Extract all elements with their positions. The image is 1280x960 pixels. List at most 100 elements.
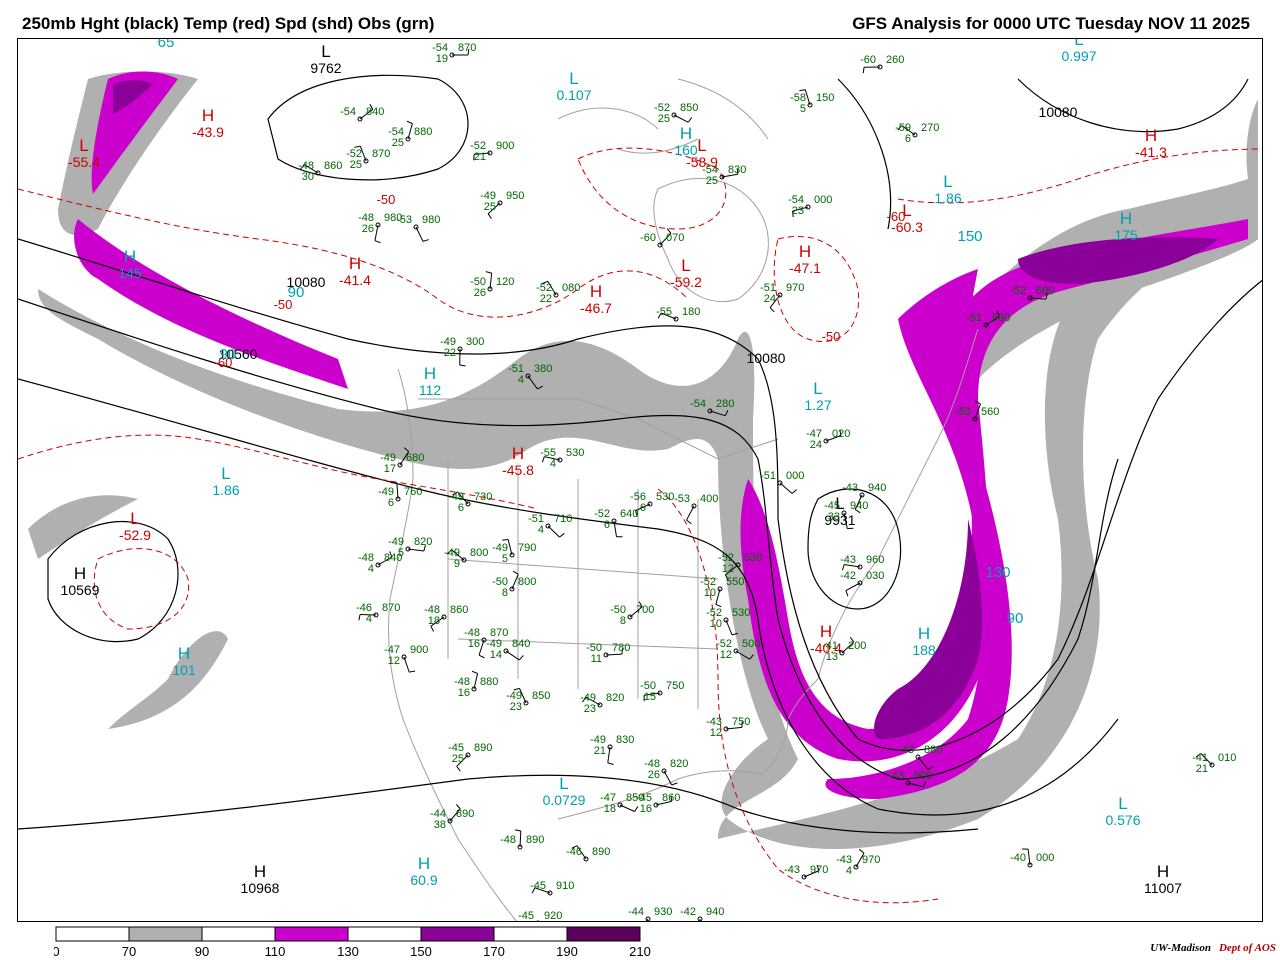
station-plot: -52 87025	[346, 148, 390, 171]
station-plot: -45 89025	[448, 742, 492, 765]
station-height: 940	[706, 906, 724, 918]
wind-barb-flag	[422, 239, 429, 242]
station-plot: -40 000	[1010, 852, 1054, 868]
credit-org: UW-Madison	[1150, 942, 1211, 954]
station-plot: -45 920	[518, 910, 562, 921]
station-dewpoint-depression: 4	[368, 563, 374, 575]
station-height: 880	[414, 126, 432, 138]
legend-tick-label: 150	[410, 944, 432, 958]
temperature-center-value: -41.3	[1135, 144, 1167, 160]
station-dewpoint-depression: 10	[710, 618, 722, 630]
station-height: 000	[814, 194, 832, 206]
legend-bin	[420, 926, 495, 942]
station-temperature: -60	[860, 54, 876, 66]
temperature-center-symbol: H	[202, 106, 214, 125]
temperature-center-symbol: H	[1145, 126, 1157, 145]
station-plot: -49 7905	[492, 542, 536, 565]
wind-speed-shading	[28, 71, 1258, 849]
station-height: 840	[366, 106, 384, 118]
station-dewpoint-depression: 5	[502, 553, 508, 565]
station-dewpoint-depression: 16	[458, 687, 470, 699]
speed-center-symbol: L	[559, 774, 568, 793]
station-height: 850	[532, 690, 550, 702]
station-dewpoint-depression: 21	[1196, 763, 1208, 775]
temperature-center: H-43.9	[192, 106, 224, 140]
speed-center-symbol: L	[1118, 794, 1127, 813]
station-marker	[553, 292, 559, 298]
station-height: 270	[921, 122, 939, 134]
station-height: 030	[866, 570, 884, 582]
wind-barb-flag	[686, 519, 692, 525]
speed-contour-label: 65	[158, 39, 175, 51]
station-dewpoint-depression: 26	[362, 223, 374, 235]
station-plot: -49 7606	[378, 486, 422, 509]
speed-center-value: 160	[674, 142, 698, 158]
station-height: 830	[616, 734, 634, 746]
station-dewpoint-depression: 26	[474, 287, 486, 299]
map-frame: H 10968 H 11007 L 9762 L 9931 H 10569 H -43.9 H -41.4…	[17, 38, 1263, 922]
station-plot: -43 960	[840, 554, 884, 570]
station-height: 380	[534, 363, 552, 375]
wind-barb-flag	[634, 806, 639, 812]
speed-center-symbol: H	[918, 624, 930, 643]
speed-center: L0.997	[1061, 39, 1096, 64]
speed-center: L0.0729	[543, 774, 586, 808]
temperature-center-value: -55.4	[68, 154, 100, 170]
station-plot: -52 85025	[654, 102, 698, 125]
station-plot: -48 86018	[424, 604, 468, 627]
station-height: 900	[914, 770, 932, 782]
station-height: 870	[458, 42, 476, 54]
station-height: 750	[666, 680, 684, 692]
temperature-center-value: -41.4	[339, 272, 371, 288]
station-dewpoint-depression: 15	[644, 691, 656, 703]
station-height: 820	[606, 692, 624, 704]
station-plot: -55 180	[656, 306, 700, 322]
speed-center-value: 145	[118, 265, 142, 281]
temperature-center: H-47.1	[789, 242, 821, 276]
station-dewpoint-depression: 8	[620, 615, 626, 627]
speed-center: H188	[912, 624, 936, 658]
station-plot: -42 030	[840, 570, 884, 586]
station-plot: -60 070	[640, 232, 684, 248]
station-temperature: -60	[640, 232, 656, 244]
station-height: 890	[456, 808, 474, 820]
station-plot: -49 8009	[444, 547, 488, 570]
speed-center-value: 175	[1114, 227, 1138, 243]
station-plot: -45 910	[530, 880, 574, 896]
legend-tick-label: 190	[556, 944, 578, 958]
wind-barb-flag	[487, 213, 492, 219]
height-center-value: 9762	[310, 60, 341, 76]
station-plot: -46 890	[566, 846, 610, 862]
station-plot: -50 12026	[470, 276, 514, 299]
station-height: 830	[728, 164, 746, 176]
station-plot: -52 90021	[470, 140, 514, 163]
temperature-center-symbol: H	[349, 254, 361, 273]
station-height: 180	[682, 306, 700, 318]
height-center: H11007	[1144, 862, 1182, 896]
station-dewpoint-depression: 38	[434, 819, 446, 831]
station-dewpoint-depression: 4	[518, 374, 524, 386]
height-contour-label: 10080	[1039, 104, 1078, 120]
station-dewpoint-depression: 18	[428, 615, 440, 627]
station-height: 890	[592, 846, 610, 858]
height-center-symbol: H	[1157, 862, 1169, 881]
speed-center-value: 0.107	[556, 87, 591, 103]
station-dewpoint-depression: 25	[658, 113, 670, 125]
speed-center-value: 1.86	[212, 482, 239, 498]
station-dewpoint-depression: 21	[474, 151, 486, 163]
temperature-center-symbol: H	[799, 242, 811, 261]
station-plot: -51 7104	[528, 513, 572, 536]
station-temperature: -40	[1010, 852, 1026, 864]
speed-center-value: 112	[419, 382, 442, 398]
station-temperature: -51	[966, 312, 982, 324]
station-plot: -44 930	[628, 906, 672, 921]
station-temperature: -54	[340, 106, 356, 118]
speed-center-value: 1.86	[934, 190, 961, 206]
station-dewpoint-depression: 8	[502, 587, 508, 599]
station-height: 960	[866, 554, 884, 566]
station-height: 930	[654, 906, 672, 918]
height-center-symbol: H	[254, 862, 266, 881]
legend-tick-label: 170	[483, 944, 505, 958]
station-temperature: -44	[628, 906, 644, 918]
station-dewpoint-depression: 6	[388, 497, 394, 509]
